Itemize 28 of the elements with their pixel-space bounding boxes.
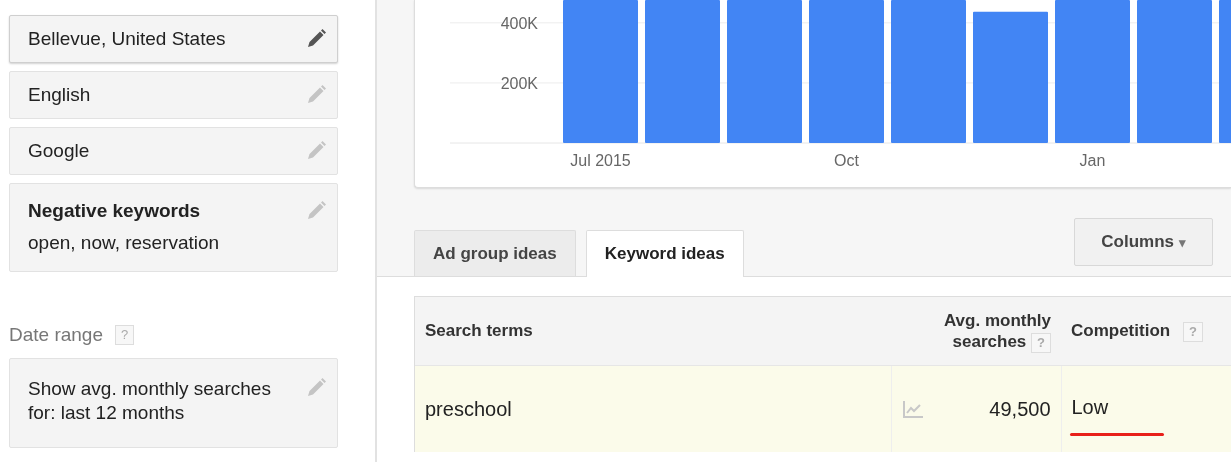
- axis-label: Jan: [1079, 152, 1106, 169]
- field-title: Negative keywords: [28, 200, 202, 222]
- column-header: Avg. monthly searches ?: [891, 296, 1061, 366]
- tab[interactable]: Keyword ideas: [585, 230, 744, 277]
- field-value: English: [28, 84, 91, 106]
- setting-field[interactable]: Bellevue, United States: [9, 15, 338, 63]
- field-value: open, now, reservation: [28, 232, 220, 254]
- column-header: Competition ?: [1061, 296, 1231, 366]
- table-cell-text: Low: [1071, 396, 1110, 419]
- column-header: Search terms: [414, 296, 891, 366]
- setting-field[interactable]: English: [9, 71, 338, 119]
- setting-field[interactable]: Google: [9, 127, 338, 175]
- field-value: Google: [28, 140, 90, 162]
- axis-label: 200K: [500, 74, 538, 92]
- trend-chart-icon[interactable]: [901, 399, 924, 419]
- axis-label: Jul 2015: [570, 152, 631, 169]
- field-value: Show avg. monthly searches for: last 12 months: [28, 377, 272, 425]
- section-label: Date range: [9, 324, 103, 346]
- field-value: Bellevue, United States: [28, 28, 226, 50]
- setting-field[interactable]: Negative keywords open, now, reservation: [9, 183, 338, 272]
- table-cell: preschool: [414, 365, 891, 452]
- pencil-icon[interactable]: [305, 28, 327, 50]
- axis-label: 400K: [500, 14, 538, 32]
- tab[interactable]: Ad group ideas: [414, 230, 576, 276]
- axis-label: Oct: [834, 152, 859, 169]
- table-cell: 49,500: [989, 397, 1051, 421]
- columns-button[interactable]: Columns ▾: [1074, 218, 1213, 266]
- date-range-field[interactable]: Show avg. monthly searches for: last 12 months: [9, 358, 338, 448]
